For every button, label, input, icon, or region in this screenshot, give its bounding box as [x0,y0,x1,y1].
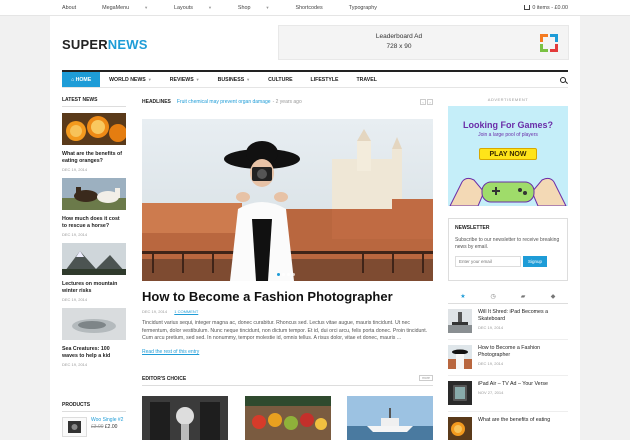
list-item[interactable]: What are the benefits of eating oranges?… [62,113,127,172]
slider-dot[interactable] [287,273,290,276]
photographer-thumbnail[interactable] [448,345,472,369]
sidebar-tabs: ★ ◷ ▰ ◆ [448,290,568,304]
play-now-button[interactable]: PLAY NOW [479,148,537,160]
mountain-thumbnail[interactable] [62,243,126,275]
editors-choice-row [142,396,433,440]
ad-logo-icon [540,34,558,52]
slider-dots [277,273,295,276]
cart-icon [524,5,531,10]
editors-choice-thumbnail[interactable] [347,396,433,440]
oranges-thumbnail[interactable] [62,113,127,145]
nav-culture[interactable]: CULTURE [259,72,301,87]
latest-news-widget: LATEST NEWS What are the benefits of eat… [62,97,127,367]
leaderboard-ad[interactable]: Leaderboard Ad 728 x 90 [278,25,569,60]
article-excerpt: Tincidunt varius sequi, integer magna ac… [142,320,428,341]
products-widget: PRODUCTS Woo Single #2 £3.00 £2.00 [62,402,126,437]
more-button[interactable]: more [419,375,433,381]
nav-business[interactable]: BUSINESS ▼ [209,72,260,87]
nav-lifestyle[interactable]: LIFESTYLE [302,72,348,87]
slider-dot[interactable] [282,273,285,276]
gamepad-illustration [449,177,567,206]
list-item[interactable]: Will It Shred: iPad Becomes a Skateboard… [448,304,568,340]
list-item[interactable]: Sea Creatures: 100 waves to help a kid D… [62,308,126,367]
right-sidebar: ADVERTISEMENT Looking For Games? Join a … [448,97,568,440]
top-nav-typography[interactable]: Typography [349,5,390,11]
ticker-arrows: ‹ › [420,99,433,105]
games-ad[interactable]: Looking For Games? Join a large pool of … [448,106,568,206]
list-item[interactable]: Woo Single #2 £3.00 £2.00 [62,417,126,437]
read-more-link[interactable]: Read the rest of this entry [142,349,199,355]
album-image-icon [68,421,81,433]
chevron-left-icon[interactable]: ‹ [420,99,426,105]
editors-choice-thumbnail[interactable] [244,396,331,440]
list-item[interactable]: Lectures on mountain winter risks DEC 19… [62,243,126,302]
top-nav: About MegaMenu ▼ Layouts ▼ Shop ▼ Shortcode… [62,5,403,11]
main-nav: ⌂ HOME WORLD NEWS ▼ REVIEWS ▼ BUSINESS ▼ CU… [62,70,568,88]
chevron-down-icon: ▼ [147,77,152,82]
horse-thumbnail[interactable] [62,178,126,210]
article-meta: DEC 19, 2014 1 COMMENT [142,309,199,314]
chevron-down-icon: ▼ [246,77,251,82]
sea-thumbnail[interactable] [62,308,126,340]
top-nav-about[interactable]: About [62,5,89,11]
top-nav-shop[interactable]: Shop ▼ [238,5,283,11]
latest-news-title: LATEST NEWS [62,97,126,107]
nav-travel[interactable]: TRAVEL [348,72,386,87]
top-nav-layouts[interactable]: Layouts ▼ [174,5,225,11]
chevron-down-icon: ▼ [195,77,200,82]
slider-dot[interactable] [292,273,295,276]
tags-icon[interactable]: ◆ [550,294,556,300]
star-icon[interactable]: ★ [460,294,466,300]
list-item[interactable]: How much does it cost to rescue a horse?… [62,178,126,237]
advertisement-label: ADVERTISEMENT [487,97,529,102]
comments-icon[interactable]: ▰ [520,294,526,300]
top-bar: About MegaMenu ▼ Layouts ▼ Shop ▼ Shortcode… [0,0,630,16]
editors-choice-thumbnail[interactable] [142,396,228,440]
nav-reviews[interactable]: REVIEWS ▼ [161,72,209,87]
email-field[interactable] [455,256,521,267]
popular-list: Will It Shred: iPad Becomes a Skateboard… [448,304,568,440]
editors-choice-header: EDITOR'S CHOICE more [142,375,433,386]
main-content: HEADLINES Fruit chemical may prevent org… [142,96,433,440]
clock-icon[interactable]: ◷ [490,294,496,300]
headlines-ticker: HEADLINES Fruit chemical may prevent org… [142,96,433,108]
chevron-down-icon: ▼ [207,5,212,10]
chevron-right-icon[interactable]: › [427,99,433,105]
site-logo[interactable]: SUPERNEWS [62,37,148,52]
list-item[interactable]: iPad Air – TV Ad – Your Verse NOV 27, 201… [448,376,568,412]
product-thumbnail[interactable] [62,417,87,437]
top-nav-shortcodes[interactable]: Shortcodes [295,5,335,11]
skateboard-thumbnail[interactable] [448,309,472,333]
oranges-small-thumbnail[interactable] [448,417,472,440]
chevron-down-icon: ▼ [265,5,270,10]
signup-button[interactable]: Signup [523,256,547,267]
home-icon: ⌂ [71,76,75,83]
top-nav-megamenu[interactable]: MegaMenu ▼ [102,5,161,11]
hero-image[interactable] [142,119,433,281]
article-title[interactable]: How to Become a Fashion Photographer [142,289,433,304]
nav-home[interactable]: ⌂ HOME [62,72,101,87]
products-title: PRODUCTS [62,402,126,412]
nav-world-news[interactable]: WORLD NEWS ▼ [100,72,161,87]
newsletter-widget: NEWSLETTER Subscribe to our newsletter t… [448,218,568,281]
ipad-thumbnail[interactable] [448,381,472,405]
cart-link[interactable]: 0 items - £0.00 [524,5,568,11]
search-icon[interactable] [560,77,566,83]
chevron-down-icon: ▼ [144,5,149,10]
list-item[interactable]: How to Become a Fashion Photographer DEC … [448,340,568,376]
slider-dot[interactable] [277,273,280,276]
list-item[interactable]: What are the benefits of eating [448,412,568,440]
